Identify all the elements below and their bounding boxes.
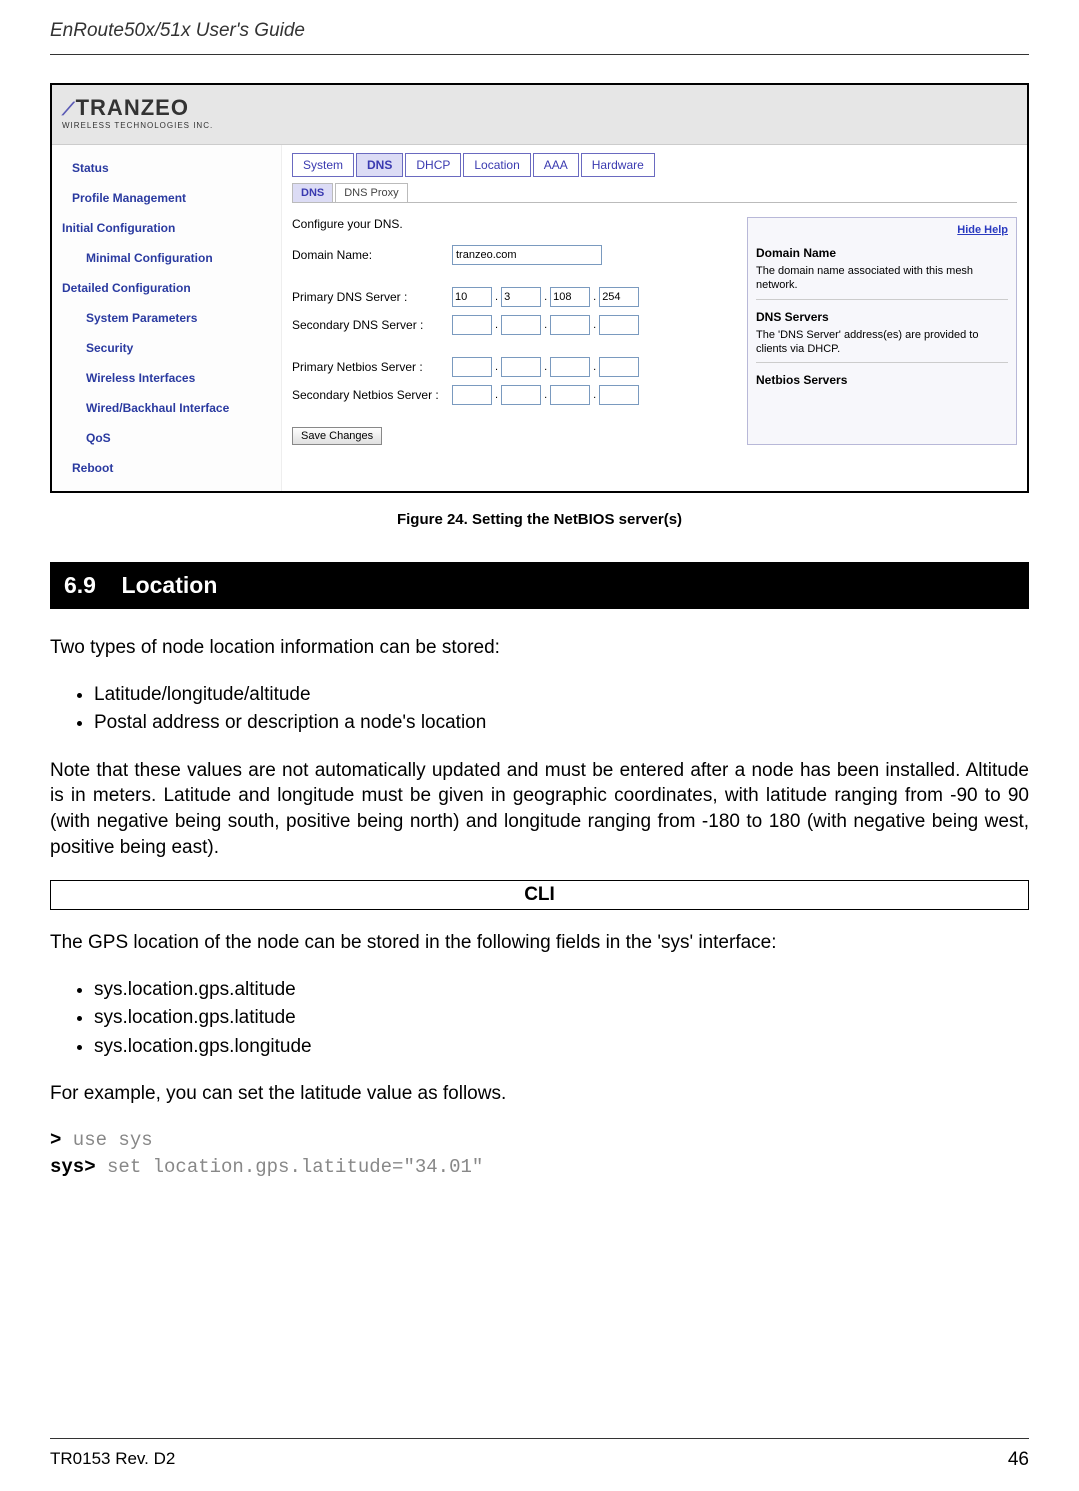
help-heading-netbios: Netbios Servers — [756, 373, 1008, 387]
secondary-dns-oct4[interactable] — [599, 315, 639, 335]
sidebar-item[interactable]: Profile Management — [58, 183, 275, 213]
primary-dns-oct1[interactable] — [452, 287, 492, 307]
save-changes-button[interactable]: Save Changes — [292, 427, 382, 445]
secondary-netbios-oct2[interactable] — [501, 385, 541, 405]
primary-dns-label: Primary DNS Server : — [292, 290, 452, 304]
footer-left: TR0153 Rev. D2 — [50, 1449, 175, 1471]
domain-name-label: Domain Name: — [292, 248, 452, 262]
tab-row-primary: SystemDNSDHCPLocationAAAHardware — [292, 153, 1017, 177]
tab-primary[interactable]: DNS — [356, 153, 403, 177]
code-command-1: use sys — [61, 1129, 152, 1151]
page-footer: TR0153 Rev. D2 46 — [50, 1438, 1029, 1471]
admin-screenshot: ⟋TRANZEO WIRELESS TECHNOLOGIES INC. Stat… — [50, 83, 1029, 493]
logo-subtitle: WIRELESS TECHNOLOGIES INC. — [62, 121, 1017, 130]
figure-caption: Figure 24. Setting the NetBIOS server(s) — [50, 511, 1029, 528]
secondary-netbios-label: Secondary Netbios Server : — [292, 388, 452, 402]
paragraph-1: Two types of node location information c… — [50, 635, 1029, 661]
sidebar-item[interactable]: System Parameters — [58, 303, 275, 333]
secondary-dns-oct3[interactable] — [550, 315, 590, 335]
code-command-2: set location.gps.latitude="34.01" — [96, 1156, 484, 1178]
hide-help-link[interactable]: Hide Help — [957, 224, 1008, 236]
code-prompt-2: sys> — [50, 1156, 96, 1178]
sidebar-item[interactable]: Minimal Configuration — [58, 243, 275, 273]
logo-bar: ⟋TRANZEO WIRELESS TECHNOLOGIES INC. — [52, 85, 1027, 145]
logo-brand: ⟋TRANZEO — [62, 95, 1017, 121]
secondary-dns-oct2[interactable] — [501, 315, 541, 335]
tab-secondary[interactable]: DNS — [292, 183, 333, 202]
doc-header: EnRoute50x/51x User's Guide — [50, 20, 1029, 55]
secondary-netbios-oct4[interactable] — [599, 385, 639, 405]
help-heading-domain: Domain Name — [756, 246, 1008, 260]
sidebar-item: Detailed Configuration — [58, 273, 275, 303]
primary-netbios-oct1[interactable] — [452, 357, 492, 377]
paragraph-2: Note that these values are not automatic… — [50, 758, 1029, 861]
secondary-netbios-oct1[interactable] — [452, 385, 492, 405]
section-title: Location — [122, 572, 218, 598]
primary-dns-oct3[interactable] — [550, 287, 590, 307]
sidebar-item[interactable]: QoS — [58, 423, 275, 453]
secondary-netbios-oct3[interactable] — [550, 385, 590, 405]
code-block: > use sys sys> set location.gps.latitude… — [50, 1127, 1029, 1180]
list-item: Latitude/longitude/altitude — [94, 681, 1029, 710]
primary-netbios-oct3[interactable] — [550, 357, 590, 377]
code-prompt-1: > — [50, 1129, 61, 1151]
list-item: sys.location.gps.latitude — [94, 1004, 1029, 1033]
section-number: 6.9 — [64, 572, 96, 598]
help-panel: Hide Help Domain Name The domain name as… — [747, 217, 1017, 445]
list-item: Postal address or description a node's l… — [94, 709, 1029, 738]
list-item: sys.location.gps.longitude — [94, 1033, 1029, 1062]
primary-netbios-label: Primary Netbios Server : — [292, 360, 452, 374]
primary-netbios-oct2[interactable] — [501, 357, 541, 377]
sidebar-item[interactable]: Status — [58, 153, 275, 183]
help-heading-dns: DNS Servers — [756, 310, 1008, 324]
paragraph-4: For example, you can set the latitude va… — [50, 1081, 1029, 1107]
domain-name-input[interactable] — [452, 245, 602, 265]
admin-main: SystemDNSDHCPLocationAAAHardware DNSDNS … — [282, 145, 1027, 491]
sidebar-item[interactable]: Security — [58, 333, 275, 363]
primary-dns-oct2[interactable] — [501, 287, 541, 307]
list-2: sys.location.gps.altitudesys.location.gp… — [50, 976, 1029, 1062]
tab-primary[interactable]: Location — [463, 153, 530, 177]
paragraph-3: The GPS location of the node can be stor… — [50, 930, 1029, 956]
tab-primary[interactable]: AAA — [533, 153, 579, 177]
tab-primary[interactable]: Hardware — [581, 153, 655, 177]
logo-swoosh-icon: ⟋ — [62, 99, 76, 119]
admin-sidebar: StatusProfile ManagementInitial Configur… — [52, 145, 282, 491]
sidebar-item: Initial Configuration — [58, 213, 275, 243]
dns-form: Configure your DNS. Domain Name: Primary… — [292, 217, 731, 445]
cli-heading: CLI — [50, 880, 1029, 910]
help-text-domain: The domain name associated with this mes… — [756, 264, 1008, 293]
list-item: sys.location.gps.altitude — [94, 976, 1029, 1005]
tab-secondary[interactable]: DNS Proxy — [335, 183, 407, 202]
sidebar-item[interactable]: Wired/Backhaul Interface — [58, 393, 275, 423]
sidebar-item[interactable]: Wireless Interfaces — [58, 363, 275, 393]
help-text-dns: The 'DNS Server' address(es) are provide… — [756, 328, 1008, 357]
tab-primary[interactable]: DHCP — [405, 153, 461, 177]
primary-netbios-oct4[interactable] — [599, 357, 639, 377]
page-number: 46 — [1008, 1449, 1029, 1471]
tab-row-secondary: DNSDNS Proxy — [292, 183, 1017, 203]
list-1: Latitude/longitude/altitudePostal addres… — [50, 681, 1029, 738]
section-header: 6.9 Location — [50, 562, 1029, 609]
sidebar-item[interactable]: Reboot — [58, 453, 275, 483]
secondary-dns-label: Secondary DNS Server : — [292, 318, 452, 332]
form-title: Configure your DNS. — [292, 217, 731, 231]
secondary-dns-oct1[interactable] — [452, 315, 492, 335]
primary-dns-oct4[interactable] — [599, 287, 639, 307]
logo-text: TRANZEO — [76, 95, 189, 120]
tab-primary[interactable]: System — [292, 153, 354, 177]
